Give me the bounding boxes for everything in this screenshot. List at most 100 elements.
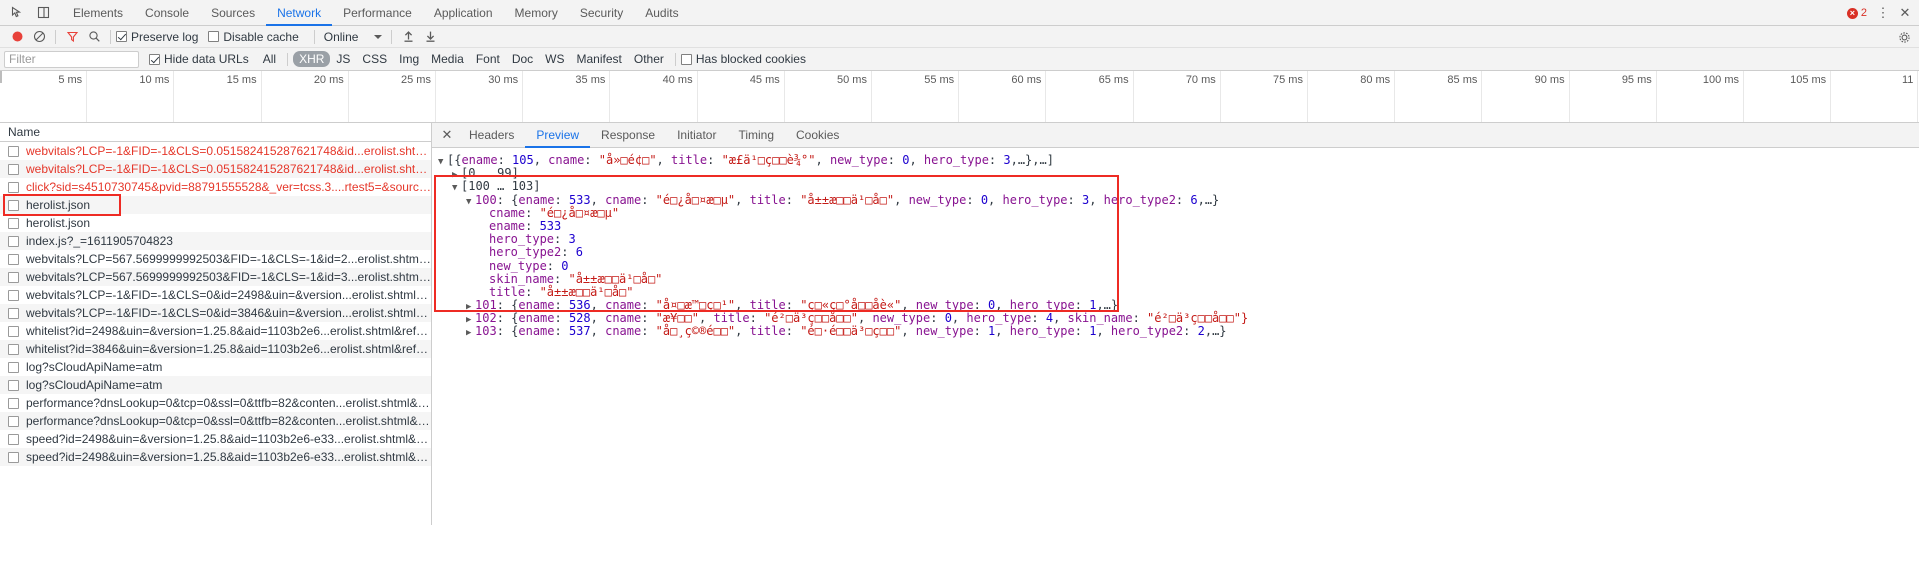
clear-prohibited-icon[interactable] [28,27,50,47]
record-circle-icon[interactable] [6,27,28,47]
request-checkbox-icon[interactable] [8,289,19,301]
tab-elements[interactable]: Elements [62,0,134,26]
error-count-badge[interactable]: × 2 [1843,7,1871,19]
tab-memory[interactable]: Memory [504,0,569,26]
filter-type-manifest[interactable]: Manifest [571,51,628,67]
tab-security[interactable]: Security [569,0,634,26]
preserve-log-checkbox[interactable]: Preserve log [116,30,198,44]
table-row[interactable]: herolist.json [0,196,431,214]
kebab-menu-icon[interactable]: ⋮ [1873,2,1893,24]
table-row[interactable]: speed?id=2498&uin=&version=1.25.8&aid=11… [0,448,431,466]
request-list-header[interactable]: Name [0,123,431,142]
error-count-label: 2 [1860,7,1867,19]
filter-type-css[interactable]: CSS [356,51,393,67]
magnifier-search-icon[interactable] [83,27,105,47]
disable-cache-checkbox[interactable]: Disable cache [208,30,299,44]
detail-tab-cookies[interactable]: Cookies [785,123,850,148]
download-arrow-icon[interactable] [419,27,441,47]
json-line[interactable]: hero_type: 3 [434,233,1919,246]
table-row[interactable]: webvitals?LCP=567.5699999992503&FID=-1&C… [0,250,431,268]
detail-tab-timing[interactable]: Timing [727,123,785,148]
request-checkbox-icon[interactable] [8,145,19,157]
table-row[interactable]: speed?id=2498&uin=&version=1.25.8&aid=11… [0,430,431,448]
request-checkbox-icon[interactable] [8,379,19,391]
request-checkbox-icon[interactable] [8,397,19,409]
upload-arrow-icon[interactable] [397,27,419,47]
detail-tab-response[interactable]: Response [590,123,666,148]
request-checkbox-icon[interactable] [8,235,19,247]
request-checkbox-icon[interactable] [8,343,19,355]
filter-options: Hide data URLs All XHR JS CSS Img Media Font Do… [149,51,816,67]
close-icon[interactable]: ✕ [436,123,458,148]
request-checkbox-icon[interactable] [8,271,19,283]
table-row[interactable]: index.js?_=1611905704823 [0,232,431,250]
hide-data-urls-checkbox[interactable]: Hide data URLs [149,52,249,66]
table-row[interactable]: webvitals?LCP=-1&FID=-1&CLS=0&id=2498&ui… [0,286,431,304]
chevron-down-icon[interactable]: ▼ [438,156,447,169]
chevron-down-icon[interactable]: ▼ [452,182,461,195]
tab-network[interactable]: Network [266,0,333,26]
close-icon[interactable]: ✕ [1895,2,1915,24]
detail-tab-headers[interactable]: Headers [458,123,525,148]
filter-type-js[interactable]: JS [330,51,356,67]
table-row[interactable]: log?sCloudApiName=atm [0,376,431,394]
funnel-filter-icon[interactable] [61,27,83,47]
chevron-down-icon[interactable]: ▼ [466,196,475,209]
table-row[interactable]: herolist.json [0,214,431,232]
request-checkbox-icon[interactable] [8,433,19,445]
request-checkbox-icon[interactable] [8,451,19,463]
table-row[interactable]: performance?dnsLookup=0&tcp=0&ssl=0&ttfb… [0,412,431,430]
tab-sources[interactable]: Sources [200,0,266,26]
detail-tab-preview[interactable]: Preview [525,123,591,148]
request-checkbox-icon[interactable] [8,217,19,229]
table-row[interactable]: whitelist?id=3846&uin=&version=1.25.8&ai… [0,340,431,358]
network-timeline-overview[interactable]: 5 ms 10 ms 15 ms 20 ms 25 ms 30 ms 35 ms 40 ms 4… [0,71,1919,123]
table-row[interactable]: log?sCloudApiName=atm [0,358,431,376]
request-checkbox-icon[interactable] [8,181,19,193]
table-row[interactable]: click?sid=s4510730745&pvid=88791555528&_… [0,178,431,196]
inspect-element-icon[interactable] [4,0,30,26]
filter-type-xhr[interactable]: XHR [293,51,331,67]
json-line[interactable]: ▶ 103: {ename: 537, cname: "å□¸ç©®é□□", t… [434,325,1919,340]
gear-settings-icon[interactable] [1893,27,1915,47]
filter-type-media[interactable]: Media [425,51,470,67]
table-row[interactable]: webvitals?LCP=-1&FID=-1&CLS=0.0515824152… [0,160,431,178]
request-checkbox-icon[interactable] [8,361,19,373]
json-preview-tree[interactable]: ▼ [{ename: 105, cname: "å»□é¢□", title: "… [432,148,1919,339]
table-row[interactable]: webvitals?LCP=567.5699999992503&FID=-1&C… [0,268,431,286]
filter-type-img[interactable]: Img [393,51,425,67]
tab-console[interactable]: Console [134,0,200,26]
filter-type-all[interactable]: All [257,51,282,67]
json-line[interactable]: ▼ 100: {ename: 533, cname: "é□¿å□¤æ□µ", t… [434,193,1919,209]
filter-type-ws[interactable]: WS [539,51,570,67]
tab-audits[interactable]: Audits [634,0,689,26]
json-line[interactable]: ename: 533 [434,219,1919,233]
toggle-device-toolbar-icon[interactable] [30,0,56,26]
json-line[interactable]: cname: "é□¿å□¤æ□µ" [434,206,1919,220]
request-checkbox-icon[interactable] [8,163,19,175]
json-line[interactable]: ▼ [{ename: 105, cname: "å»□é¢□", title: "… [434,153,1919,169]
detail-tab-initiator[interactable]: Initiator [666,123,727,148]
request-checkbox-icon[interactable] [8,307,19,319]
tab-application[interactable]: Application [423,0,504,26]
tab-performance[interactable]: Performance [332,0,423,26]
json-line[interactable]: hero_type2: 6 [434,246,1919,259]
request-checkbox-icon[interactable] [8,325,19,337]
filter-input[interactable] [4,50,139,68]
filter-type-font[interactable]: Font [470,51,506,67]
table-row[interactable]: webvitals?LCP=-1&FID=-1&CLS=0&id=3846&ui… [0,304,431,322]
request-checkbox-icon[interactable] [8,199,19,211]
filter-type-doc[interactable]: Doc [506,51,539,67]
table-row[interactable]: whitelist?id=2498&uin=&version=1.25.8&ai… [0,322,431,340]
filter-type-other[interactable]: Other [628,51,670,67]
json-line[interactable]: ▶ [0 … 99] [434,167,1919,181]
request-checkbox-icon[interactable] [8,253,19,265]
request-checkbox-icon[interactable] [8,415,19,427]
has-blocked-cookies-checkbox[interactable]: Has blocked cookies [680,52,806,66]
table-row[interactable]: webvitals?LCP=-1&FID=-1&CLS=0.0515824152… [0,142,431,160]
chevron-right-icon[interactable]: ▶ [466,327,475,340]
table-row[interactable]: performance?dnsLookup=0&tcp=0&ssl=0&ttfb… [0,394,431,412]
request-name: click?sid=s4510730745&pvid=88791555528&_… [26,180,431,194]
json-line[interactable]: skin_name: "å±±æ□□ä¹□å□" [434,272,1919,286]
throttling-dropdown[interactable]: Online [320,30,387,44]
